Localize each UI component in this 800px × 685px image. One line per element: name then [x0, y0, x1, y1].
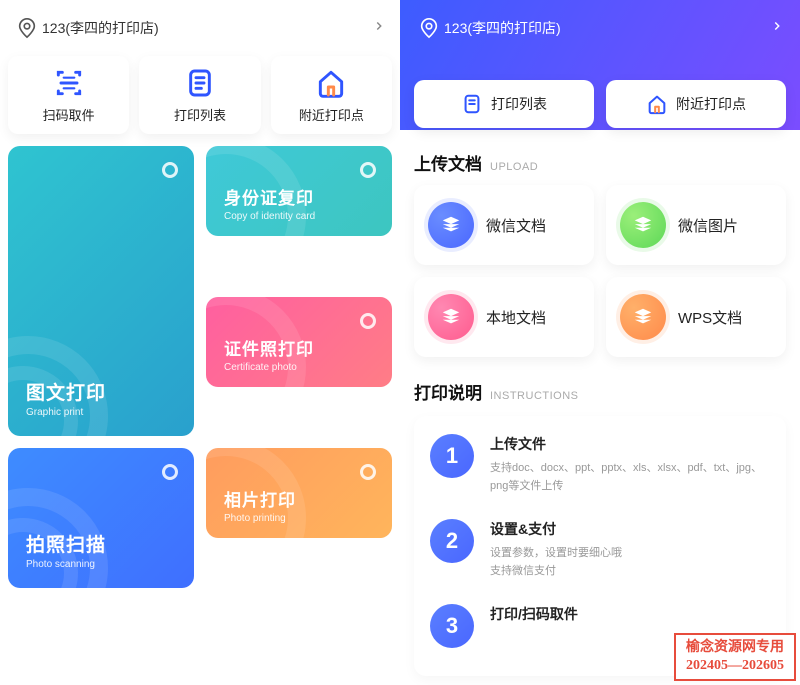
section-instructions-heading: 打印说明 INSTRUCTIONS — [400, 379, 800, 404]
stack-icon — [428, 294, 474, 340]
label: 附近打印点 — [676, 94, 746, 114]
top-actions-right: 打印列表 附近打印点 — [414, 80, 786, 128]
home-icon — [646, 93, 668, 115]
dot-icon — [360, 464, 376, 480]
step-body: 设置&支付 设置参数，设置时要细心哦 支持微信支付 — [490, 519, 622, 580]
heading-en: INSTRUCTIONS — [490, 390, 579, 402]
home-icon — [315, 67, 347, 99]
tile-id-copy[interactable]: 身份证复印 Copy of identity card — [206, 146, 392, 236]
upload-wechat-img[interactable]: 微信图片 — [606, 185, 786, 265]
print-list-button[interactable]: 打印列表 — [414, 80, 594, 128]
step-body: 上传文件 支持doc、docx、ppt、pptx、xls、xlsx、pdf、tx… — [490, 434, 770, 495]
stack-icon — [428, 202, 474, 248]
top-actions-left: 扫码取件 打印列表 附近打印点 — [8, 56, 392, 134]
dot-icon — [360, 162, 376, 178]
deco-ring — [206, 297, 306, 387]
right-panel: 123(李四的打印店) 打印列表 附近打印点 上传文档 UPLOAD 微信文档 — [400, 0, 800, 685]
list-icon — [461, 93, 483, 115]
tile-subtitle: Photo scanning — [26, 559, 194, 570]
step-number: 1 — [430, 434, 474, 478]
list-icon — [184, 67, 216, 99]
label: 打印列表 — [174, 105, 226, 124]
label: 扫码取件 — [43, 105, 95, 124]
watermark-line2: 202405—202605 — [686, 657, 784, 675]
location-bar-left[interactable]: 123(李四的打印店) — [8, 12, 392, 44]
upload-grid: 微信文档 微信图片 本地文档 WPS文档 — [400, 185, 800, 357]
upload-local-doc[interactable]: 本地文档 — [414, 277, 594, 357]
tile-subtitle: Graphic print — [26, 407, 194, 418]
step-title: 打印/扫码取件 — [490, 604, 578, 624]
scan-icon — [53, 67, 85, 99]
heading-en: UPLOAD — [490, 161, 538, 173]
step-item: 2 设置&支付 设置参数，设置时要细心哦 支持微信支付 — [430, 519, 770, 580]
tile-subtitle: Certificate photo — [224, 362, 392, 373]
section-upload-heading: 上传文档 UPLOAD — [400, 150, 800, 175]
watermark: 榆念资源网专用 202405—202605 — [674, 633, 796, 681]
heading-cn: 上传文档 — [414, 150, 482, 175]
tile-subtitle: Copy of identity card — [224, 211, 392, 222]
deco-ring — [206, 146, 306, 236]
upload-wechat-doc[interactable]: 微信文档 — [414, 185, 594, 265]
label: 微信图片 — [678, 215, 738, 236]
step-desc: 支持doc、docx、ppt、pptx、xls、xlsx、pdf、txt、jpg… — [490, 460, 770, 495]
chevron-right-icon — [770, 19, 784, 38]
nearby-button[interactable]: 附近打印点 — [271, 56, 392, 134]
label: 附近打印点 — [299, 105, 364, 124]
step-item: 1 上传文件 支持doc、docx、ppt、pptx、xls、xlsx、pdf、… — [430, 434, 770, 495]
label: 打印列表 — [491, 94, 547, 114]
step-number: 3 — [430, 604, 474, 648]
stack-icon — [620, 202, 666, 248]
step-desc: 设置参数，设置时要细心哦 支持微信支付 — [490, 545, 622, 580]
chevron-right-icon — [372, 19, 386, 38]
deco-ring — [206, 448, 306, 538]
location-pin-icon — [16, 17, 38, 39]
dot-icon — [162, 464, 178, 480]
label: 微信文档 — [486, 215, 546, 236]
step-number: 2 — [430, 519, 474, 563]
step-title: 设置&支付 — [490, 519, 622, 539]
label: WPS文档 — [678, 307, 742, 328]
tile-grid: 图文打印 Graphic print 身份证复印 Copy of identit… — [8, 146, 392, 588]
location-text: 123(李四的打印店) — [444, 18, 561, 38]
dot-icon — [360, 313, 376, 329]
label: 本地文档 — [486, 307, 546, 328]
location-right: 123(李四的打印店) — [418, 17, 561, 39]
watermark-line1: 榆念资源网专用 — [686, 639, 784, 657]
tile-photo-print[interactable]: 相片打印 Photo printing — [206, 448, 392, 538]
step-title: 上传文件 — [490, 434, 770, 454]
tile-graphic-print[interactable]: 图文打印 Graphic print — [8, 146, 194, 436]
stack-icon — [620, 294, 666, 340]
heading-cn: 打印说明 — [414, 379, 482, 404]
nearby-button[interactable]: 附近打印点 — [606, 80, 786, 128]
location-bar-right[interactable]: 123(李四的打印店) — [410, 12, 790, 44]
location-text: 123(李四的打印店) — [42, 18, 159, 38]
tile-subtitle: Photo printing — [224, 513, 392, 524]
tile-cert-photo[interactable]: 证件照打印 Certificate photo — [206, 297, 392, 387]
left-panel: 123(李四的打印店) 扫码取件 打印列表 附近打印点 — [0, 0, 400, 685]
print-list-button[interactable]: 打印列表 — [139, 56, 260, 134]
upload-wps-doc[interactable]: WPS文档 — [606, 277, 786, 357]
location-left: 123(李四的打印店) — [16, 17, 159, 39]
scan-pickup-button[interactable]: 扫码取件 — [8, 56, 129, 134]
step-body: 打印/扫码取件 — [490, 604, 578, 648]
tile-photo-scan[interactable]: 拍照扫描 Photo scanning — [8, 448, 194, 588]
location-pin-icon — [418, 17, 440, 39]
dot-icon — [162, 162, 178, 178]
